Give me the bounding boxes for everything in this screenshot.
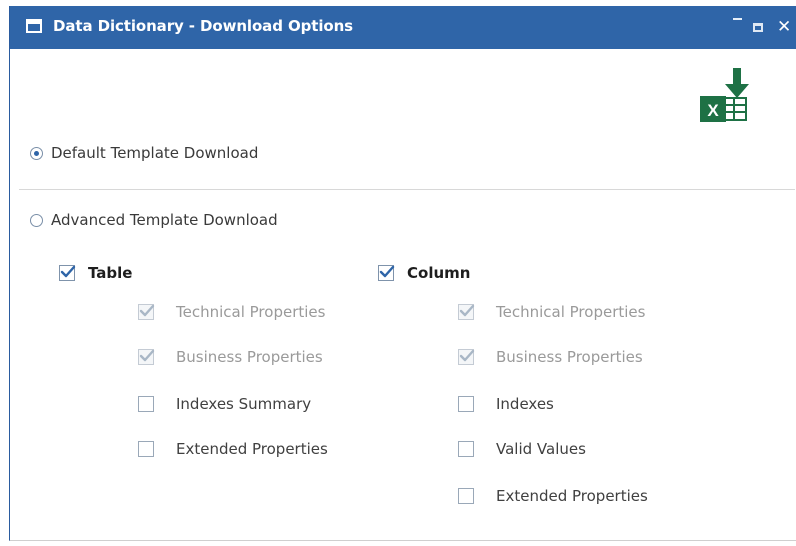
table-option-row: Technical Properties <box>138 303 325 321</box>
table-option-label: Technical Properties <box>176 303 326 321</box>
column-option-row: Technical Properties <box>458 303 645 321</box>
column-option-label: Indexes <box>496 395 554 413</box>
excel-download-icon[interactable]: X <box>700 68 756 126</box>
advanced-template-label: Advanced Template Download <box>51 211 278 229</box>
column-option-checkbox <box>458 304 475 320</box>
table-header-option[interactable]: Table <box>59 264 132 282</box>
column-option-row[interactable]: Extended Properties <box>458 487 648 505</box>
default-template-label: Default Template Download <box>51 144 259 162</box>
default-template-radio[interactable] <box>30 146 43 160</box>
download-options-dialog: Data Dictionary - Download Options ✕ X D… <box>9 6 796 541</box>
section-divider <box>19 189 795 190</box>
table-option-checkbox[interactable] <box>138 396 154 412</box>
column-option-row: Business Properties <box>458 348 643 366</box>
table-option-label: Extended Properties <box>176 440 328 458</box>
table-label: Table <box>88 264 133 282</box>
column-option-checkbox <box>458 349 475 365</box>
column-checkbox[interactable] <box>378 265 395 281</box>
table-option-checkbox <box>138 349 155 365</box>
table-option-checkbox[interactable] <box>138 441 154 457</box>
minimize-icon[interactable] <box>733 18 742 20</box>
column-option-label: Valid Values <box>496 440 586 458</box>
column-option-checkbox[interactable] <box>458 488 474 504</box>
excel-letter: X <box>707 101 719 120</box>
table-option-row: Business Properties <box>138 348 323 366</box>
table-option-label: Indexes Summary <box>176 395 312 413</box>
default-template-option[interactable]: Default Template Download <box>30 144 258 162</box>
table-option-checkbox <box>138 304 155 320</box>
column-option-label: Business Properties <box>496 348 643 366</box>
close-icon[interactable]: ✕ <box>777 17 791 37</box>
advanced-template-radio[interactable] <box>30 213 43 227</box>
dialog-title: Data Dictionary - Download Options <box>53 17 353 35</box>
table-option-label: Business Properties <box>176 348 323 366</box>
column-header-option[interactable]: Column <box>378 264 470 282</box>
window-icon <box>26 19 42 33</box>
title-bar: Data Dictionary - Download Options ✕ <box>10 6 796 49</box>
column-option-checkbox[interactable] <box>458 441 474 457</box>
column-option-checkbox[interactable] <box>458 396 474 412</box>
column-option-row[interactable]: Valid Values <box>458 440 586 458</box>
table-option-row[interactable]: Extended Properties <box>138 440 328 458</box>
table-option-row[interactable]: Indexes Summary <box>138 395 311 413</box>
column-option-label: Technical Properties <box>496 303 646 321</box>
column-option-label: Extended Properties <box>496 487 648 505</box>
column-label: Column <box>407 264 471 282</box>
maximize-icon[interactable] <box>753 23 763 32</box>
table-checkbox[interactable] <box>59 265 76 281</box>
advanced-template-option[interactable]: Advanced Template Download <box>30 211 278 229</box>
column-option-row[interactable]: Indexes <box>458 395 554 413</box>
